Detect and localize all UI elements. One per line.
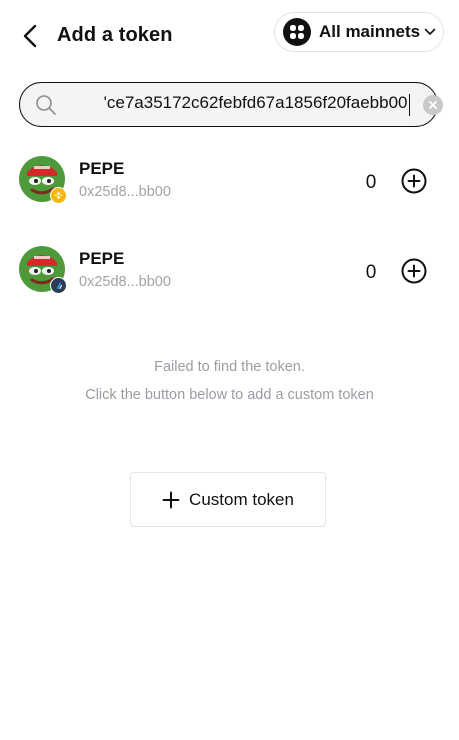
add-token-button[interactable] <box>401 258 427 284</box>
search-icon <box>35 94 57 121</box>
plus-icon <box>162 491 180 508</box>
arbitrum-chain-badge-icon <box>50 277 67 294</box>
token-balance: 0 <box>365 172 377 193</box>
search-input[interactable]: 'ce7a35172c62febfd67a1856f20faebb00 <box>64 93 410 119</box>
token-avatar <box>19 246 67 294</box>
text-caret <box>408 94 410 116</box>
page-title: Add a token <box>57 24 173 46</box>
token-balance: 0 <box>365 262 377 283</box>
empty-state-message: Failed to find the token. <box>154 359 305 375</box>
custom-token-button[interactable]: Custom token <box>130 472 326 527</box>
token-avatar <box>19 156 67 204</box>
plus-circle-icon <box>401 258 427 284</box>
token-row[interactable]: PEPE 0x25d8...bb00 0 <box>0 235 459 305</box>
back-button[interactable] <box>16 20 44 52</box>
plus-circle-icon <box>401 168 427 194</box>
network-label: All mainnets <box>319 22 421 41</box>
clear-icon <box>429 101 437 109</box>
empty-state-hint: Click the button below to add a custom t… <box>85 387 374 403</box>
search-input-value: 'ce7a35172c62febfd67a1856f20faebb00 <box>103 93 408 112</box>
search-bar[interactable]: 'ce7a35172c62febfd67a1856f20faebb00 <box>19 82 443 127</box>
bnb-chain-badge-icon <box>50 187 67 204</box>
header: Add a token All mainnets <box>0 0 459 70</box>
back-arrow-icon <box>23 24 37 48</box>
token-name: PEPE <box>79 249 125 268</box>
custom-token-label: Custom token <box>189 489 294 509</box>
token-address: 0x25d8...bb00 <box>79 274 171 290</box>
add-token-button[interactable] <box>401 168 427 194</box>
token-name: PEPE <box>79 159 125 178</box>
token-address: 0x25d8...bb00 <box>79 184 171 200</box>
network-grid-icon <box>283 18 311 46</box>
token-row[interactable]: PEPE 0x25d8...bb00 0 <box>0 145 459 215</box>
network-selector-button[interactable]: All mainnets <box>274 12 444 52</box>
clear-search-button[interactable] <box>423 95 443 115</box>
chevron-down-icon <box>424 28 436 36</box>
